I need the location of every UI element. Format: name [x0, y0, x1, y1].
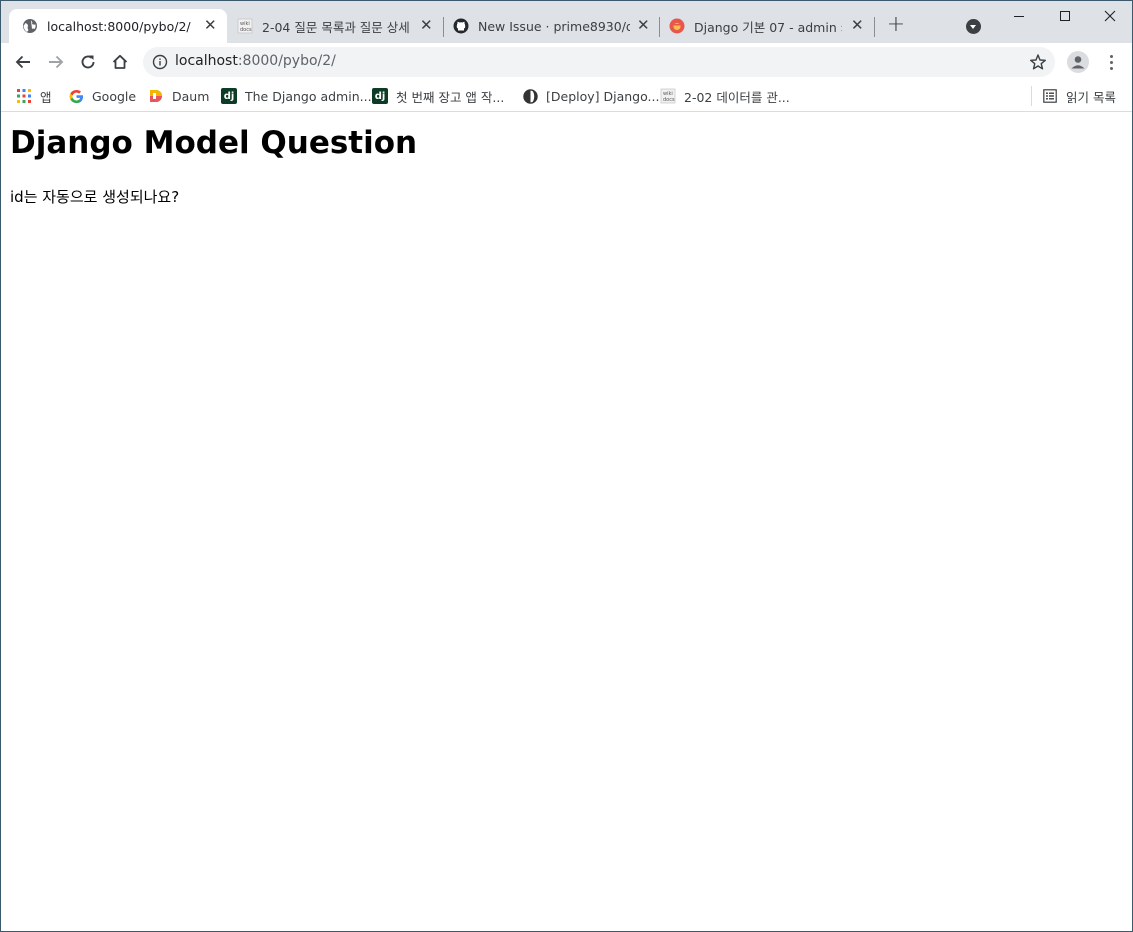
halfmoon-icon: [522, 88, 538, 104]
menu-dot: [1109, 54, 1113, 58]
tab-title: New Issue · prime8930/dee: [478, 18, 630, 34]
tab-separator: [659, 17, 660, 37]
bookmarks-separator: [1031, 86, 1032, 106]
tab-tistory[interactable]: Django 기본 07 - admin 커 ✕: [669, 9, 869, 43]
page-title: Django Model Question: [10, 125, 418, 161]
address-bar[interactable]: localhost:8000/pybo/2/: [143, 47, 1055, 77]
menu-dot: [1109, 66, 1113, 70]
bookmark-django-admin[interactable]: dj The Django admin...: [221, 86, 372, 106]
close-tab-icon[interactable]: ✕: [204, 16, 217, 34]
tab-separator: [443, 17, 444, 37]
bookmark-label: 첫 번째 장고 앱 작...: [396, 89, 505, 105]
wikidocs-icon: wiki docs: [660, 88, 676, 104]
close-icon: [1104, 10, 1116, 22]
reading-list-label: 읽기 목록: [1066, 89, 1116, 105]
minimize-button[interactable]: [996, 1, 1042, 31]
bookmark-label: 2-02 데이터를 관...: [684, 89, 790, 105]
apps-grid-icon: [16, 88, 32, 104]
url-path: :8000/pybo/2/: [237, 53, 336, 69]
bookmark-label: [Deploy] Django...: [546, 88, 660, 104]
tab-title: Django 기본 07 - admin 커: [694, 19, 842, 35]
tab-search-icon[interactable]: [966, 19, 981, 34]
bookmark-label: The Django admin...: [245, 88, 372, 104]
github-icon: [453, 18, 469, 34]
forward-arrow-icon: [49, 55, 64, 69]
reading-list-icon: [1042, 88, 1058, 104]
info-icon[interactable]: [152, 54, 168, 70]
browser-menu-button[interactable]: [1103, 51, 1119, 73]
reading-list-button[interactable]: 읽기 목록: [1042, 86, 1116, 106]
close-tab-icon[interactable]: ✕: [637, 16, 650, 34]
tab-title: localhost:8000/pybo/2/: [47, 18, 191, 34]
django-icon: dj: [372, 88, 388, 104]
maximize-icon: [1060, 11, 1070, 21]
new-tab-button[interactable]: +: [885, 14, 907, 37]
globe-icon: [22, 18, 38, 34]
minimize-icon: [1014, 15, 1024, 17]
browser-toolbar: localhost:8000/pybo/2/: [1, 43, 1132, 81]
close-tab-icon[interactable]: ✕: [851, 16, 864, 34]
bookmark-django-tutorial[interactable]: dj 첫 번째 장고 앱 작...: [372, 86, 504, 106]
forward-button[interactable]: [45, 51, 67, 73]
url-host: localhost: [175, 53, 238, 69]
browser-window: localhost:8000/pybo/2/ ✕ wiki docs 2-04 질…: [0, 0, 1133, 932]
bookmark-label: Google: [92, 88, 137, 104]
person-icon: [1071, 56, 1085, 69]
tab-strip: localhost:8000/pybo/2/ ✕ wiki docs 2-04 질…: [1, 1, 1132, 43]
question-content: id는 자동으로 생성되나요?: [10, 188, 180, 206]
svg-text:docs: docs: [240, 27, 252, 33]
tistory-icon: [669, 18, 685, 34]
bookmark-deploy-django[interactable]: [Deploy] Django...: [522, 86, 659, 106]
maximize-button[interactable]: [1042, 1, 1088, 31]
tab-separator: [874, 17, 875, 37]
reload-icon: [81, 55, 95, 69]
home-icon: [112, 54, 128, 69]
wikidocs-icon: wiki docs: [237, 18, 253, 34]
tab-wikidocs[interactable]: wiki docs 2-04 질문 목록과 질문 상세 ✕: [237, 9, 437, 43]
home-button[interactable]: [109, 51, 131, 73]
bookmark-daum[interactable]: Daum: [148, 86, 209, 106]
bookmark-apps[interactable]: 앱: [16, 86, 52, 106]
back-arrow-icon: [15, 55, 30, 69]
tab-github[interactable]: New Issue · prime8930/dee ✕: [453, 9, 653, 43]
page-content: Django Model Question id는 자동으로 생성되나요?: [1, 113, 1132, 931]
tab-title: 2-04 질문 목록과 질문 상세: [262, 19, 410, 35]
url-text[interactable]: localhost:8000/pybo/2/: [175, 53, 336, 69]
svg-text:docs: docs: [663, 97, 675, 103]
google-icon: [68, 88, 84, 104]
bookmark-star-icon[interactable]: [1029, 53, 1047, 71]
django-icon: dj: [221, 88, 237, 104]
bookmark-google[interactable]: Google: [68, 86, 136, 106]
close-window-button[interactable]: [1087, 1, 1132, 31]
reload-button[interactable]: [77, 51, 99, 73]
bookmarks-bar: 앱 Google Daum dj The Django admin... dj …: [1, 81, 1132, 112]
bookmark-label: 앱: [40, 89, 52, 105]
bookmark-wikidocs[interactable]: wiki docs 2-02 데이터를 관...: [660, 86, 790, 106]
tab-localhost[interactable]: localhost:8000/pybo/2/ ✕: [9, 9, 227, 43]
daum-icon: [148, 88, 164, 104]
back-button[interactable]: [12, 51, 34, 73]
profile-avatar[interactable]: [1067, 51, 1089, 73]
bookmark-label: Daum: [172, 88, 210, 104]
close-tab-icon[interactable]: ✕: [420, 16, 433, 34]
menu-dot: [1109, 60, 1113, 64]
